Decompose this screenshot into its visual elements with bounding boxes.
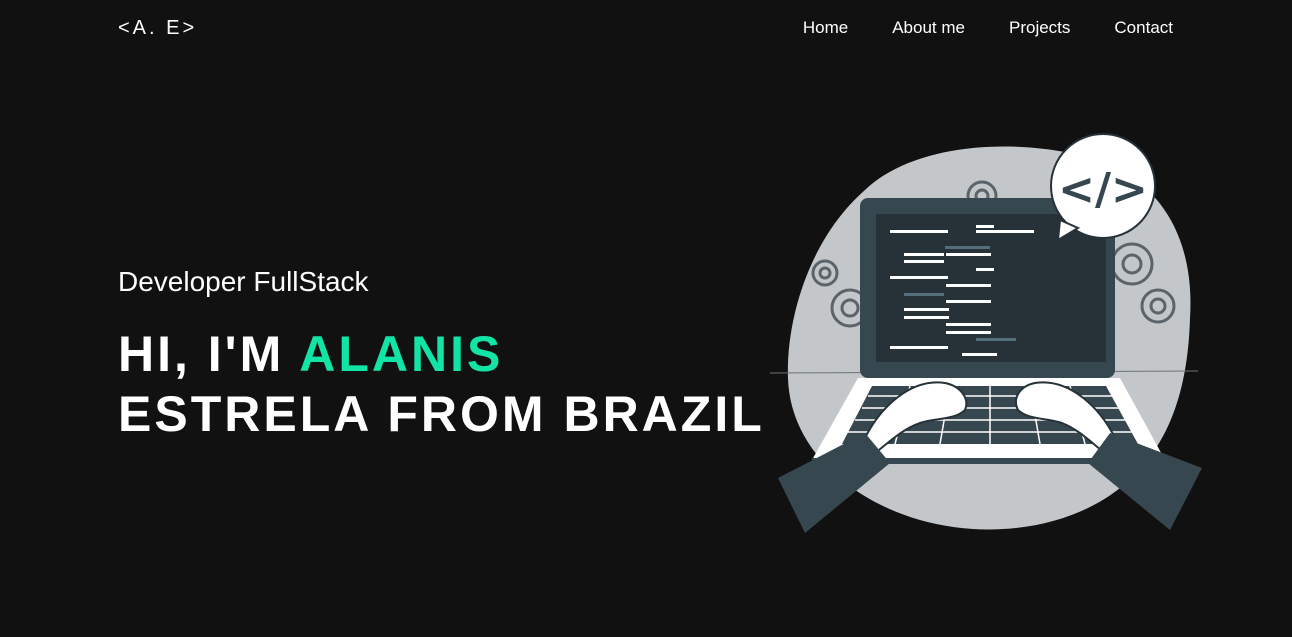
hero-subtitle: Developer FullStack bbox=[118, 266, 369, 297]
nav-about-me[interactable]: About me bbox=[892, 18, 965, 38]
code-badge-text: </> bbox=[1058, 164, 1148, 215]
main-nav: Home About me Projects Contact bbox=[803, 18, 1173, 38]
nav-projects[interactable]: Projects bbox=[1009, 18, 1070, 38]
headline-line2: ESTRELA FROM BRAZIL bbox=[118, 386, 765, 442]
nav-contact[interactable]: Contact bbox=[1114, 18, 1173, 38]
headline-prefix: HI, I'M bbox=[118, 326, 300, 382]
headline-name: ALANIS bbox=[299, 326, 504, 382]
code-bubble: </> bbox=[1050, 133, 1156, 242]
nav-home[interactable]: Home bbox=[803, 18, 848, 38]
site-logo[interactable]: <A. E> bbox=[118, 17, 197, 40]
developer-laptop-illustration: </> bbox=[770, 133, 1202, 533]
hero-headline: HI, I'M ALANIS ESTRELA FROM BRAZIL bbox=[118, 324, 765, 444]
